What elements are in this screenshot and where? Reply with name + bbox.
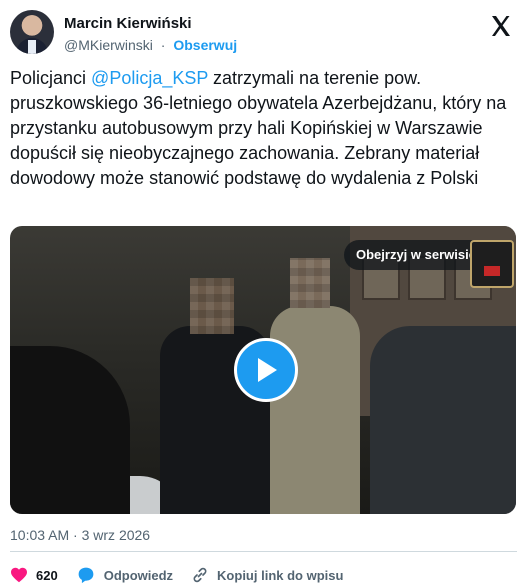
tweet-text: Policjanci @Policja_KSP zatrzymali na te… xyxy=(10,66,510,191)
parked-dark-car xyxy=(370,326,516,514)
like-button[interactable]: 620 xyxy=(10,567,58,583)
police-badge-logo xyxy=(470,240,514,288)
handle-line: @MKierwinski · Obserwuj xyxy=(64,37,237,53)
action-bar: 620 Odpowiedz Kopiuj link do wpisu xyxy=(10,566,361,584)
separator-dot: · xyxy=(160,37,166,53)
tweet-text-start: Policjanci xyxy=(10,68,92,88)
reply-icon xyxy=(78,567,94,584)
video-player[interactable]: Obejrzyj w serwisie X xyxy=(10,226,516,514)
copy-link-label: Kopiuj link do wpisu xyxy=(217,567,344,583)
meta-separator: · xyxy=(73,527,78,543)
play-icon xyxy=(258,358,277,382)
author-handle[interactable]: @MKierwinski xyxy=(64,37,153,53)
tweet-timestamp[interactable]: 10:03 AM · 3 wrz 2026 xyxy=(10,527,150,543)
copy-link-button[interactable]: Kopiuj link do wpisu xyxy=(191,566,343,584)
person-right xyxy=(270,306,360,514)
like-count: 620 xyxy=(36,567,58,583)
pixelated-face xyxy=(290,258,330,308)
reply-button[interactable]: Odpowiedz xyxy=(76,566,173,584)
tweet-time: 10:03 AM xyxy=(10,527,70,543)
tweet-header: Marcin Kierwiński @MKierwinski · Obserwu… xyxy=(10,8,517,60)
reply-label: Odpowiedz xyxy=(103,567,174,583)
author-name[interactable]: Marcin Kierwiński xyxy=(64,15,192,32)
avatar[interactable] xyxy=(10,10,54,54)
link-icon xyxy=(193,567,207,583)
badge-red-mark xyxy=(484,266,500,276)
avatar-shirt xyxy=(28,40,36,54)
foreground-car xyxy=(10,346,130,514)
follow-button[interactable]: Obserwuj xyxy=(173,37,237,53)
heart-icon xyxy=(11,567,27,583)
x-logo-icon[interactable] xyxy=(489,14,513,38)
tweet-date: 3 wrz 2026 xyxy=(81,527,151,543)
mention-link[interactable]: @Policja_KSP xyxy=(91,68,208,88)
play-button[interactable] xyxy=(234,338,298,402)
divider xyxy=(10,551,517,552)
pixelated-face xyxy=(190,278,234,334)
tweet-card: Marcin Kierwiński @MKierwinski · Obserwu… xyxy=(0,0,527,588)
